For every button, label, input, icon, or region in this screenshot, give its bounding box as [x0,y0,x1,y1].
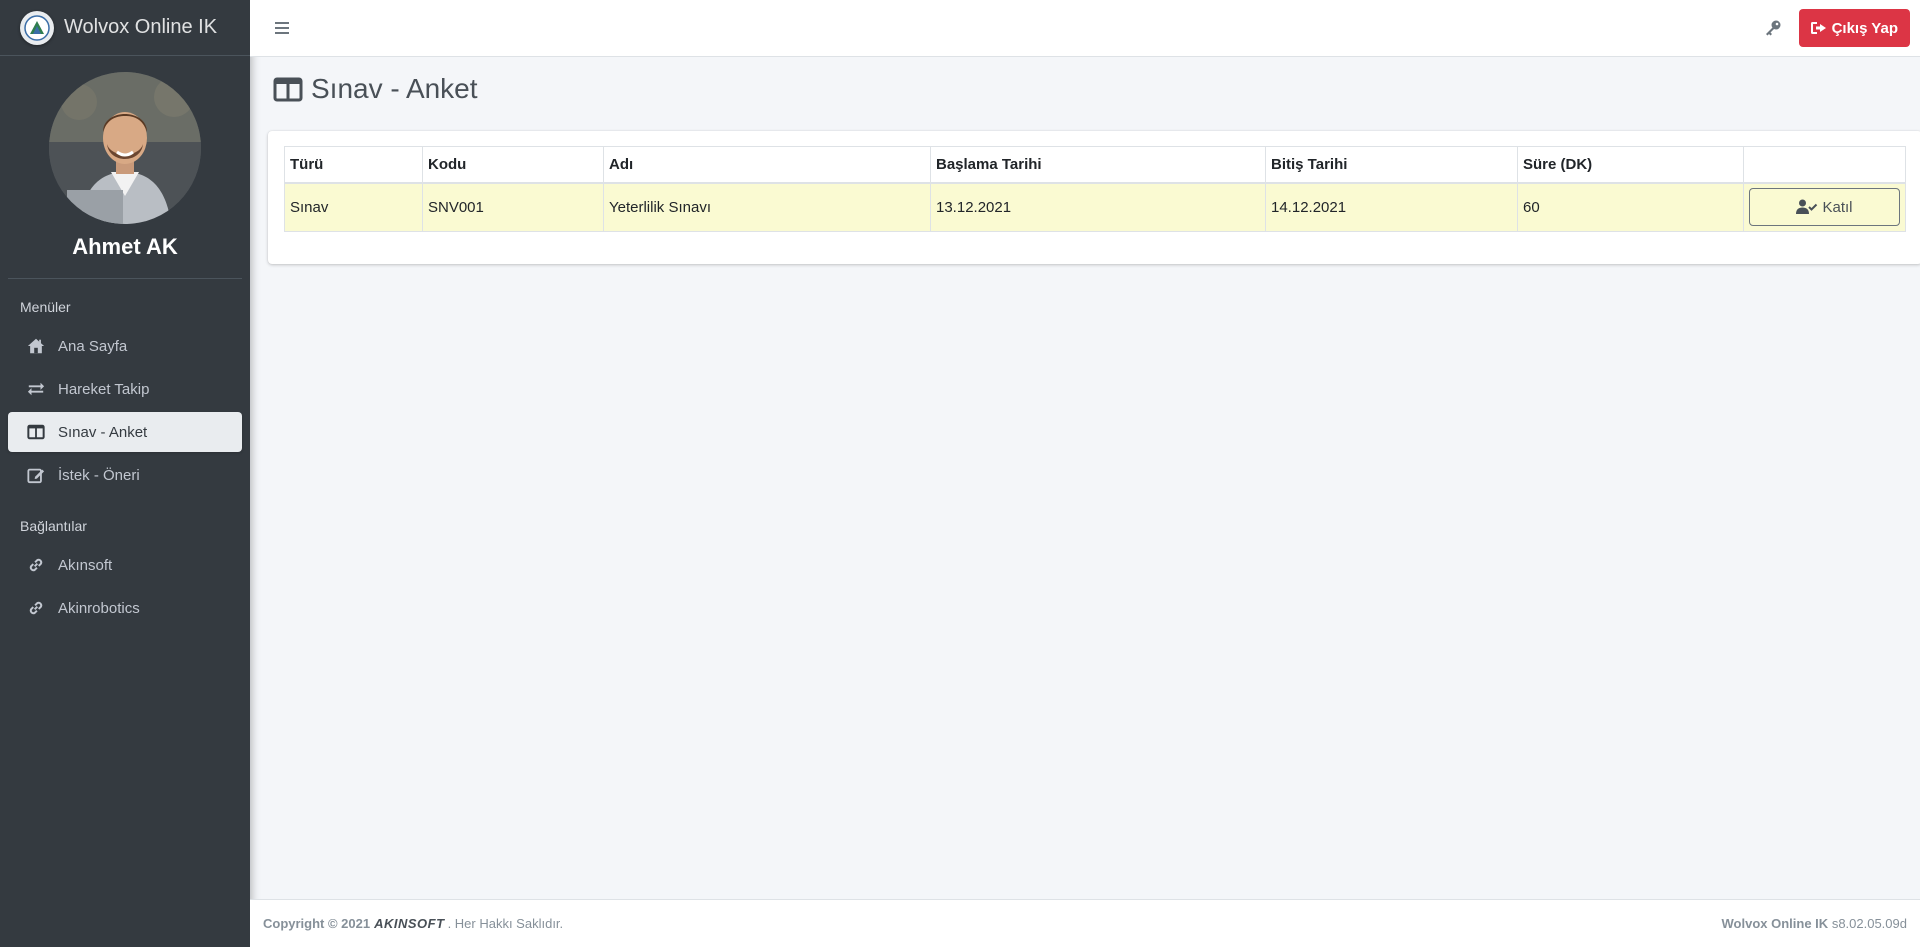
sidebar-item-label: Akınsoft [58,556,113,574]
logout-label: Çıkış Yap [1831,19,1898,37]
logout-button[interactable]: Çıkış Yap [1798,9,1910,47]
sign-out-icon [1810,22,1826,34]
sidebar-item-label: İstek - Öneri [58,466,140,484]
column-header-name: Adı [603,146,931,184]
join-label: Katıl [1822,198,1853,216]
exchange-icon [26,379,46,399]
footer: Copyright © 2021 AKINSOFT . Her Hakkı Sa… [250,899,1920,947]
page-title: Sınav - Anket [311,73,478,104]
column-header-start-date: Başlama Tarihi [930,146,1266,184]
cell-duration: 60 [1517,182,1744,232]
sidebar-item-hareket-takip[interactable]: Hareket Takip [8,369,242,409]
home-icon [26,336,46,356]
column-header-type: Türü [284,146,423,184]
column-header-duration: Süre (DK) [1517,146,1744,184]
topbar-right: Çıkış Yap [1763,9,1910,47]
cell-type: Sınav [284,182,423,232]
version-text: s8.02.05.09d [1831,916,1907,931]
link-icon [26,598,46,618]
links-header: Bağlantılar [20,518,87,534]
sidebar: Wolvox Online IK Ahmet AK Menüler Ana Sa… [0,0,250,947]
sidebar-item-istek-oneri[interactable]: İstek - Öneri [8,455,242,495]
sidebar-link-akinrobotics[interactable]: Akinrobotics [8,588,242,628]
column-header-code: Kodu [422,146,604,184]
column-header-end-date: Bitiş Tarihi [1265,146,1518,184]
sidebar-item-label: Hareket Takip [58,380,150,398]
footer-app-name: Wolvox Online IK [1721,916,1829,931]
exam-survey-card: Türü Kodu Adı Başlama Tarihi Bitiş Tarih… [268,131,1920,264]
join-button[interactable]: Katıl [1749,188,1900,227]
cell-end-date: 14.12.2021 [1265,182,1518,232]
company-logo[interactable]: AKINSOFT [374,916,444,931]
columns-icon [273,75,305,103]
footer-right: Wolvox Online IK s8.02.05.09d [1722,916,1907,931]
footer-left: Copyright © 2021 AKINSOFT . Her Hakkı Sa… [263,916,563,931]
sidebar-item-ana-sayfa[interactable]: Ana Sayfa [8,326,242,366]
column-header-action [1743,146,1906,184]
cell-code: SNV001 [422,182,604,232]
table-header-row: Türü Kodu Adı Başlama Tarihi Bitiş Tarih… [284,146,1906,184]
hamburger-menu-icon[interactable] [272,18,292,38]
link-icon [26,555,46,575]
top-navbar: Çıkış Yap [250,0,1920,57]
sidebar-item-label: Sınav - Anket [58,423,148,441]
page-header: Sınav - Anket [258,57,1912,121]
edit-icon [26,465,46,485]
sidebar-item-label: Ana Sayfa [58,337,128,355]
cell-start-date: 13.12.2021 [930,182,1266,232]
user-check-icon [1796,199,1818,215]
copyright-text: Copyright © 2021 [263,916,371,931]
user-panel: Ahmet AK [8,56,242,279]
brand-logo [20,10,54,45]
table-row: Sınav SNV001 Yeterlilik Sınavı 13.12.202… [284,182,1906,232]
sidebar-link-akinsoft[interactable]: Akınsoft [8,545,242,585]
brand-link[interactable]: Wolvox Online IK [0,0,250,56]
rights-text: . Her Hakkı Saklıdır. [447,916,564,931]
avatar[interactable] [49,72,201,224]
user-name: Ahmet AK [72,234,178,259]
main-content: Sınav - Anket Türü Kodu Adı Başlama Tari… [250,57,1920,899]
columns-icon [26,422,46,442]
brand-title: Wolvox Online IK [64,16,218,38]
sidebar-item-label: Akinrobotics [58,599,140,617]
menu-header: Menüler [20,299,71,315]
key-icon[interactable] [1763,18,1783,38]
sidebar-item-sinav-anket[interactable]: Sınav - Anket [8,412,242,452]
exam-table: Türü Kodu Adı Başlama Tarihi Bitiş Tarih… [284,146,1906,232]
cell-name: Yeterlilik Sınavı [603,182,931,232]
cell-action: Katıl [1743,182,1906,232]
